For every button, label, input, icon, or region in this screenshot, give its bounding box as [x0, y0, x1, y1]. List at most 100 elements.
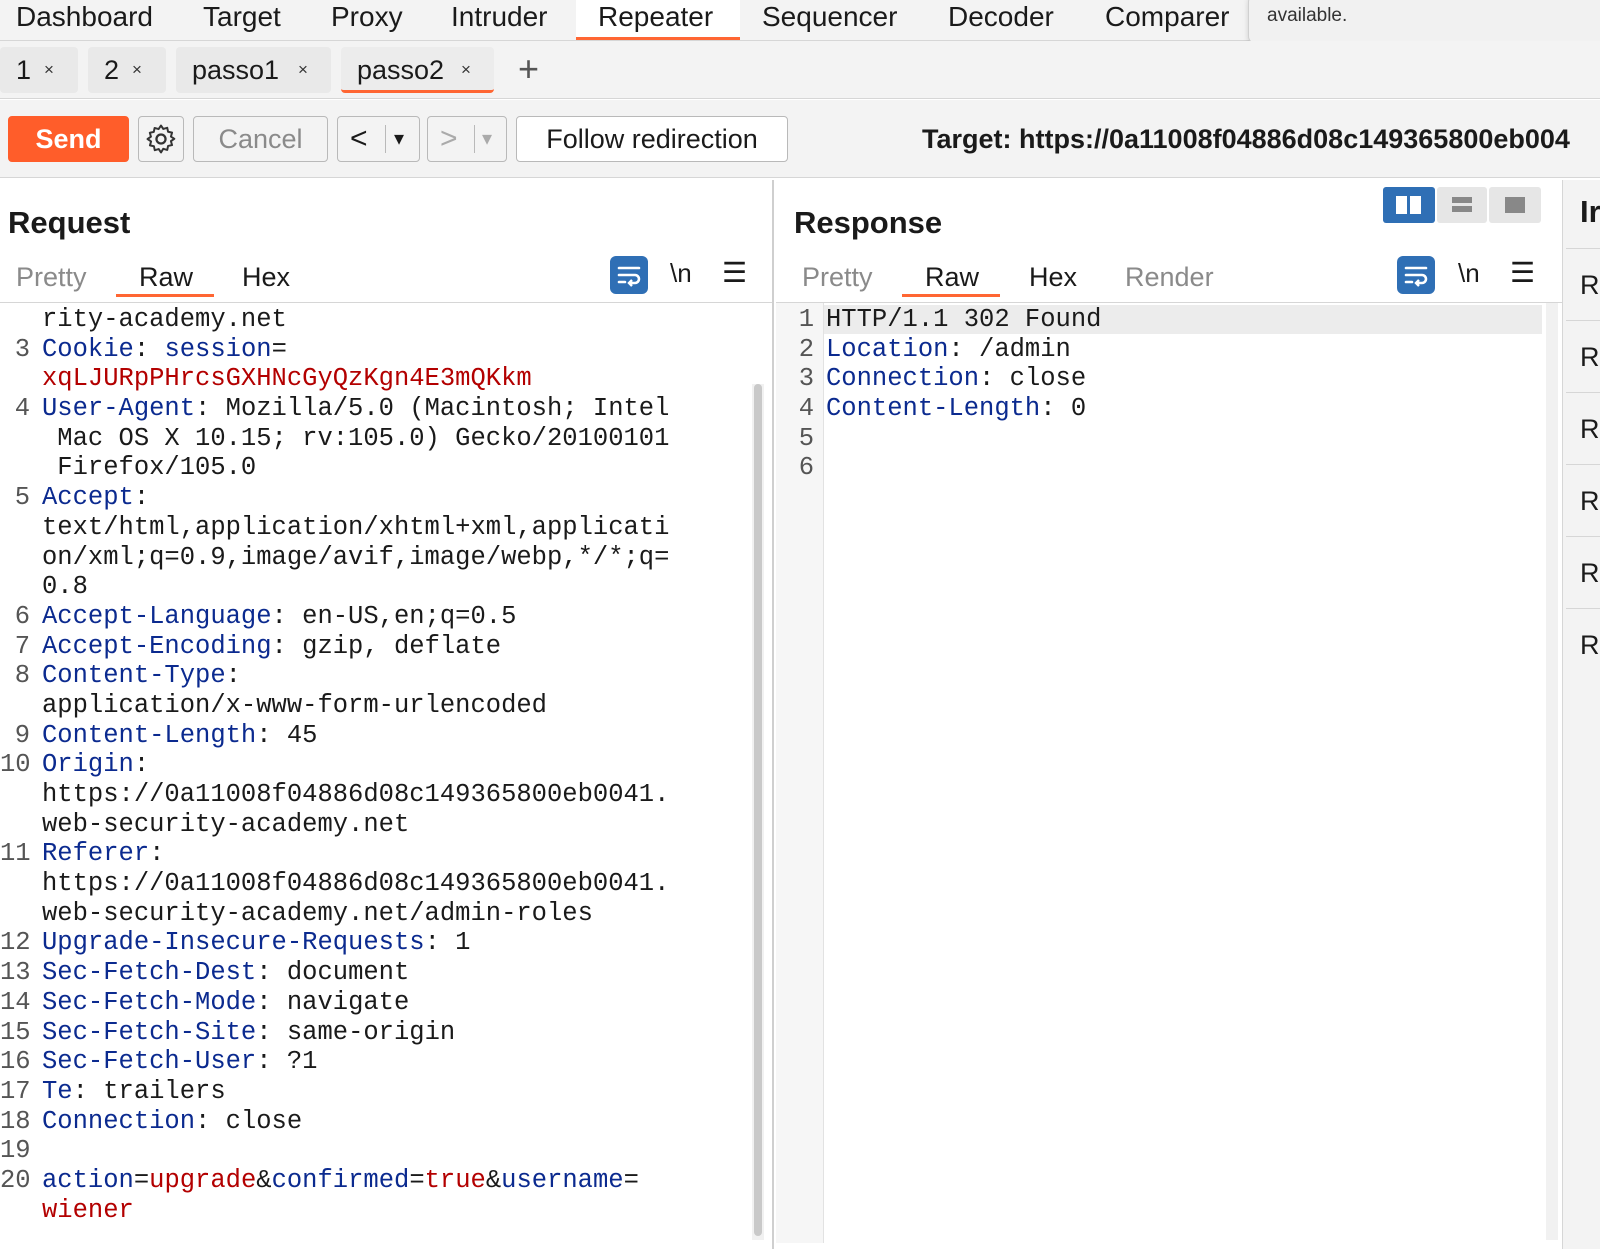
- header-name: Connection: [826, 364, 980, 394]
- response-tab-pretty[interactable]: Pretty: [802, 262, 873, 293]
- code-line: 13 Sec-Fetch-Dest: document: [0, 958, 752, 988]
- repeater-tab-passo2[interactable]: passo2 ×: [341, 47, 494, 93]
- line-number: 19: [0, 1136, 31, 1166]
- response-title: Response: [794, 205, 943, 240]
- request-tab-pretty[interactable]: Pretty: [16, 262, 87, 293]
- request-tab-hex[interactable]: Hex: [242, 262, 290, 293]
- code-line: 19: [0, 1136, 752, 1166]
- gear-icon: [146, 124, 176, 154]
- nav-sequencer[interactable]: Sequencer: [762, 0, 897, 40]
- repeater-tab-1[interactable]: 1 ×: [0, 47, 78, 93]
- send-button[interactable]: Send: [8, 116, 129, 162]
- header-value: &: [485, 1165, 502, 1195]
- header-value: :: [149, 839, 165, 869]
- target-label: Target: https://0a11008f04886d08c1493658…: [922, 124, 1570, 154]
- line-number: 8: [14, 661, 30, 691]
- response-tab-raw[interactable]: Raw: [925, 262, 979, 293]
- forward-button[interactable]: > ▾: [427, 116, 507, 162]
- code-line: 0.8: [0, 572, 752, 602]
- header-value: Firefox/105.0: [42, 453, 257, 483]
- layout-side-by-side-icon[interactable]: [1383, 187, 1435, 223]
- close-icon[interactable]: ×: [461, 47, 471, 93]
- nav-comparer[interactable]: Comparer: [1105, 0, 1229, 40]
- line-number: 17: [0, 1076, 31, 1106]
- close-icon[interactable]: ×: [298, 47, 308, 93]
- line-number: 5: [798, 423, 814, 453]
- chevron-down-icon[interactable]: ▾: [482, 117, 492, 161]
- header-name: Accept-Encoding: [42, 631, 272, 661]
- inspector-item[interactable]: R: [1580, 342, 1600, 373]
- response-scrollbar[interactable]: [1546, 303, 1558, 1240]
- response-tab-render[interactable]: Render: [1125, 262, 1214, 293]
- layout-tabs-icon[interactable]: [1489, 187, 1541, 223]
- line-text: Upgrade-Insecure-Requests: 1: [42, 928, 470, 958]
- nav-repeater[interactable]: Repeater: [576, 0, 740, 40]
- line-number: 6: [798, 453, 814, 483]
- tab-label: passo1: [192, 55, 280, 85]
- line-number: 10: [0, 750, 31, 780]
- wrap-lines-icon[interactable]: [1397, 256, 1435, 294]
- header-value: on/xml;q=0.9,image/avif,image/webp,*/*;q…: [42, 542, 670, 572]
- settings-button[interactable]: [138, 116, 184, 162]
- separator: [385, 125, 386, 153]
- close-icon[interactable]: ×: [44, 47, 54, 93]
- line-text: Content-Length: 45: [42, 721, 317, 751]
- nav-intruder[interactable]: Intruder: [451, 0, 548, 40]
- code-line: web-security-academy.net/admin-roles: [0, 899, 752, 929]
- line-number: 9: [14, 720, 30, 750]
- inspector-item[interactable]: R: [1580, 270, 1600, 301]
- response-editor[interactable]: 1 HTTP/1.1 302 Found 2 Location: /admin 3 Con…: [784, 305, 1544, 605]
- newline-toggle[interactable]: \n: [670, 258, 692, 289]
- request-tab-raw[interactable]: Raw: [139, 262, 193, 293]
- inspector-item[interactable]: R: [1580, 486, 1600, 517]
- wrap-lines-icon[interactable]: [610, 256, 648, 294]
- code-line: 9 Content-Length: 45: [0, 721, 752, 751]
- repeater-tab-passo1[interactable]: passo1 ×: [176, 47, 331, 93]
- line-text: Referer:: [42, 839, 164, 869]
- inspector-item[interactable]: R: [1580, 414, 1600, 445]
- line-number: 3: [14, 334, 30, 364]
- header-value: :: [133, 750, 150, 780]
- nav-proxy[interactable]: Proxy: [331, 0, 403, 40]
- line-text: Accept:: [42, 483, 149, 513]
- cancel-button[interactable]: Cancel: [193, 116, 328, 162]
- code-line: 4 Content-Length: 0: [784, 394, 1544, 424]
- header-value: :: [133, 334, 165, 364]
- panel-divider[interactable]: [772, 180, 774, 1249]
- header-value: application/x-www-form-urlencoded: [42, 690, 547, 720]
- nav-decoder[interactable]: Decoder: [948, 0, 1054, 40]
- header-value: :: [225, 661, 241, 691]
- code-line: application/x-www-form-urlencoded: [0, 691, 752, 721]
- nav-target[interactable]: Target: [203, 0, 281, 40]
- chevron-left-icon: <: [350, 122, 368, 155]
- header-value: &: [256, 1165, 272, 1195]
- request-scrollbar-thumb[interactable]: [754, 384, 762, 1236]
- inspector-item[interactable]: R: [1580, 558, 1600, 589]
- line-text: Accept-Encoding: gzip, deflate: [42, 632, 501, 662]
- response-menu-icon[interactable]: ☰: [1510, 256, 1535, 289]
- code-line: 4 User-Agent: Mozilla/5.0 (Macintosh; Int…: [0, 394, 752, 424]
- back-button[interactable]: < ▾: [337, 116, 420, 162]
- header-value: : Mozilla/5.0 (Macintosh; Intel: [195, 394, 670, 424]
- code-line: 8 Content-Type:: [0, 661, 752, 691]
- chevron-down-icon[interactable]: ▾: [394, 117, 404, 161]
- header-value: =: [409, 1165, 425, 1195]
- nav-dashboard[interactable]: Dashboard: [16, 0, 153, 40]
- inspector-item[interactable]: R: [1580, 630, 1600, 661]
- add-tab-icon[interactable]: +: [518, 51, 539, 87]
- follow-redirection-button[interactable]: Follow redirection: [516, 116, 788, 162]
- newline-toggle[interactable]: \n: [1458, 258, 1480, 289]
- line-number: 13: [0, 958, 31, 988]
- separator: [1566, 464, 1600, 465]
- request-editor[interactable]: rity-academy.net 3 Cookie: session= xqLJURp…: [0, 301, 752, 1241]
- close-icon[interactable]: ×: [132, 47, 142, 93]
- response-tab-hex[interactable]: Hex: [1029, 262, 1077, 293]
- code-line: xqLJURpPHrcsGXHNcGyQzKgn4E3mQKkm: [0, 364, 752, 394]
- request-menu-icon[interactable]: ☰: [722, 256, 747, 289]
- line-number: 11: [0, 839, 31, 869]
- separator: [1566, 536, 1600, 537]
- code-line: wiener: [0, 1196, 752, 1226]
- layout-stacked-icon[interactable]: [1437, 187, 1487, 223]
- header-value: : close: [195, 1106, 303, 1136]
- repeater-tab-2[interactable]: 2 ×: [88, 47, 166, 93]
